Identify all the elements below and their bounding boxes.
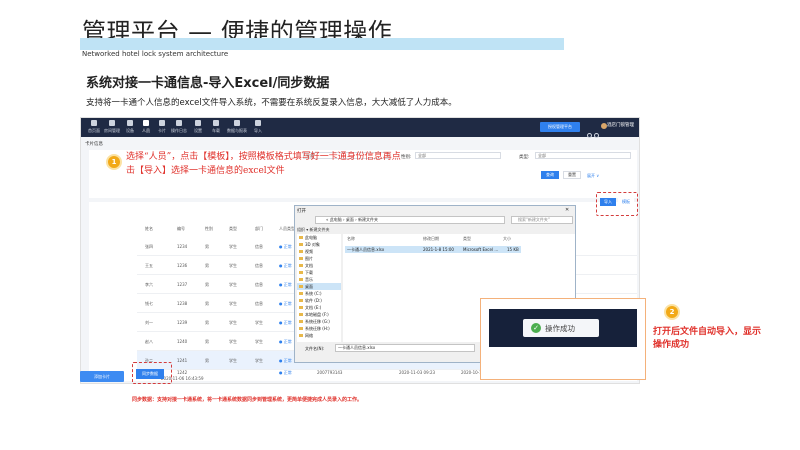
success-toast-text: 操作成功 bbox=[545, 324, 575, 333]
top-navigation-bar: 首页面 房间管理 设备 人员 卡片 操作日志 设置 车载 数据与报表 导入 授权… bbox=[81, 118, 639, 138]
section-description: 支持将一卡通个人信息的excel文件导入系统，不需要在系统反复录入信息，大大减低… bbox=[86, 98, 457, 108]
nav-item-import[interactable]: 导入 bbox=[249, 120, 267, 134]
col-header-name: 姓名 bbox=[145, 226, 153, 231]
col-header-code: 编号 bbox=[177, 226, 185, 231]
log-icon bbox=[176, 120, 182, 126]
title-underline-bar bbox=[80, 38, 564, 50]
col-header-dept: 部门 bbox=[255, 226, 263, 231]
sidebar-item[interactable]: 系统 (C:) bbox=[297, 290, 341, 297]
dialog-toolbar[interactable]: 组织 ▾ 新建文件夹 bbox=[297, 227, 330, 233]
template-button[interactable]: 模板 bbox=[618, 198, 634, 206]
close-icon[interactable]: ✕ bbox=[565, 207, 569, 213]
sidebar-item[interactable]: 视频 bbox=[297, 248, 341, 255]
search-button[interactable]: 查询 bbox=[541, 171, 559, 179]
step-2-badge: 2 bbox=[664, 304, 680, 320]
sidebar-item[interactable]: 软件 (D:) bbox=[297, 297, 341, 304]
step-1-badge: 1 bbox=[106, 154, 122, 170]
nav-item-settings[interactable]: 设置 bbox=[189, 120, 207, 134]
col-header-filetype[interactable]: 类型 bbox=[463, 236, 471, 242]
top-action-button[interactable]: 授权管理平台 bbox=[540, 122, 580, 132]
nav-item-logs[interactable]: 操作日志 bbox=[170, 120, 188, 134]
sidebar-item[interactable]: 3D 对象 bbox=[297, 241, 341, 248]
sidebar-item[interactable]: 图片 bbox=[297, 255, 341, 262]
dialog-search-input[interactable]: 搜索"新建文件夹" bbox=[511, 216, 573, 224]
report-icon bbox=[234, 120, 240, 126]
step-2-instruction: 打开后文件自动导入，显示操作成功 bbox=[653, 327, 762, 350]
card-icon bbox=[159, 120, 165, 126]
nav-item-rooms[interactable]: 房间管理 bbox=[103, 120, 121, 134]
sidebar-item[interactable]: 文档 bbox=[297, 262, 341, 269]
help-icon[interactable] bbox=[587, 133, 592, 138]
dialog-title: 打开 bbox=[297, 209, 306, 214]
col-header-size[interactable]: 大小 bbox=[503, 236, 511, 242]
vehicle-icon bbox=[213, 120, 219, 126]
nav-item-reports[interactable]: 数据与报表 bbox=[225, 120, 249, 134]
type-filter-select[interactable]: 全部 bbox=[535, 152, 631, 159]
sidebar-item[interactable]: 此电脑 bbox=[297, 234, 341, 241]
import-icon bbox=[255, 120, 261, 126]
sync-data-button[interactable]: 同步数据 bbox=[136, 369, 164, 379]
col-header-gender: 性别 bbox=[205, 226, 213, 231]
col-header-type: 类型 bbox=[229, 226, 237, 231]
sidebar-item-desktop[interactable]: 桌面 bbox=[297, 283, 341, 290]
check-icon: ✓ bbox=[531, 323, 541, 333]
import-button[interactable]: 导入 bbox=[600, 198, 616, 206]
room-icon bbox=[109, 120, 115, 126]
sidebar-item[interactable]: 本地磁盘 (F:) bbox=[297, 311, 341, 318]
filename-label: 文件名(N): bbox=[305, 346, 325, 351]
sidebar-item[interactable]: 音乐 bbox=[297, 276, 341, 283]
person-icon bbox=[143, 120, 149, 126]
nav-item-home[interactable]: 首页面 bbox=[85, 120, 103, 134]
home-icon bbox=[91, 120, 97, 126]
file-item-excel[interactable]: 一卡通人员信息.xlsx 2021-1-8 15:00 Microsoft Ex… bbox=[345, 246, 521, 253]
type-filter-label: 类型: bbox=[519, 155, 530, 160]
dialog-path-bar[interactable]: « 此电脑 › 桌面 › 新建文件夹 bbox=[315, 216, 505, 224]
sidebar-item[interactable]: 系统迁移 (H:) bbox=[297, 325, 341, 332]
col-header-modified[interactable]: 修改日期 bbox=[423, 236, 439, 242]
sidebar-item[interactable]: 系统迁移 (G:) bbox=[297, 318, 341, 325]
dialog-sidebar: 此电脑 3D 对象 视频 图片 文档 下载 音乐 桌面 系统 (C:) 软件 (… bbox=[297, 234, 341, 342]
nav-item-vehicle[interactable]: 车载 bbox=[207, 120, 225, 134]
bell-icon[interactable] bbox=[594, 133, 599, 138]
bottom-note: 同步数据：支持对接一卡通系统，将一卡通系统数据同步到管理系统，更简单便捷完成人员… bbox=[132, 397, 363, 403]
success-screenshot: ✓ 操作成功 bbox=[480, 298, 646, 380]
nav-item-cards[interactable]: 卡片 bbox=[153, 120, 171, 134]
expand-link[interactable]: 展开 ∨ bbox=[587, 173, 599, 179]
success-background: ✓ 操作成功 bbox=[489, 309, 637, 347]
step-1-instruction: 选择“人员”，点击【模板】，按照模板格式填写好一卡通身份信息再点击【导入】选择一… bbox=[126, 152, 401, 176]
section-heading: 系统对接一卡通信息-导入Excel/同步数据 bbox=[86, 76, 330, 91]
sidebar-item[interactable]: 网络 bbox=[297, 332, 341, 339]
success-toast: ✓ 操作成功 bbox=[523, 319, 599, 337]
add-card-button[interactable]: 添加卡片 bbox=[80, 371, 124, 382]
user-name[interactable]: 酒店门锁管理 bbox=[607, 122, 634, 128]
breadcrumb: 卡片信息 bbox=[85, 142, 103, 147]
col-header-filename[interactable]: 名称 bbox=[347, 236, 355, 242]
filename-input[interactable]: 一卡通人员信息.xlsx bbox=[335, 344, 475, 352]
gender-filter-select[interactable]: 全部 bbox=[415, 152, 501, 159]
sidebar-item[interactable]: 文档 (E:) bbox=[297, 304, 341, 311]
col-header-person-type: 人员类型 bbox=[279, 226, 295, 231]
reset-button[interactable]: 重置 bbox=[563, 171, 581, 179]
device-icon bbox=[127, 120, 133, 126]
sidebar-item[interactable]: 下载 bbox=[297, 269, 341, 276]
gear-icon bbox=[195, 120, 201, 126]
slide-subtitle: Networked hotel lock system architecture bbox=[82, 50, 229, 58]
